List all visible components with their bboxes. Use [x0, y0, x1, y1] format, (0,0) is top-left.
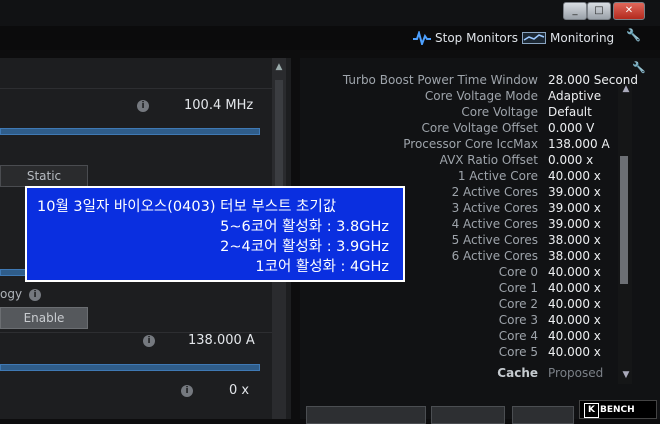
- info-icon[interactable]: i: [143, 335, 155, 347]
- setting-label: Core 2: [498, 297, 538, 311]
- setting-value: 40.000 x: [548, 329, 601, 343]
- iccmax-slider[interactable]: [0, 364, 260, 371]
- setting-label: 6 Active Cores: [451, 249, 538, 263]
- setting-row: Core 4 40.000 x: [300, 329, 660, 345]
- setting-value: 38.000 x: [548, 249, 601, 263]
- setting-label: 5 Active Cores: [451, 233, 538, 247]
- title-bar: _ □ ✕: [0, 0, 660, 26]
- annotation-line-4: 1코어 활성화 : 4GHz: [255, 259, 389, 275]
- setting-value: Adaptive: [548, 89, 602, 103]
- apply-button[interactable]: [306, 406, 426, 424]
- setting-label: Turbo Boost Power Time Window: [342, 73, 538, 87]
- setting-label: Core 4: [498, 329, 538, 343]
- scroll-down-icon[interactable]: ▼: [619, 370, 633, 380]
- cache-row: Cache Proposed: [300, 366, 660, 382]
- setting-value: 40.000 x: [548, 169, 601, 183]
- save-button[interactable]: [512, 406, 574, 424]
- setting-label: Processor Core IccMax: [403, 137, 538, 151]
- setting-label: 1 Active Core: [457, 169, 538, 183]
- avx-offset-value: 0 x: [229, 383, 250, 398]
- monitor-graph-icon: [522, 32, 546, 44]
- logo-text: BENCH: [600, 405, 635, 415]
- setting-label: AVX Ratio Offset: [439, 153, 538, 167]
- setting-value: 40.000 x: [548, 265, 601, 279]
- logo-mark: K: [584, 403, 599, 418]
- monitoring-button[interactable]: Monitoring: [522, 31, 614, 45]
- setting-label: Core Voltage Offset: [421, 121, 538, 135]
- maximize-button[interactable]: □: [587, 2, 611, 20]
- annotation-line-3: 2~4코어 활성화 : 3.9GHz: [220, 239, 389, 255]
- static-mode-button[interactable]: Static: [0, 165, 88, 187]
- right-scrollbar[interactable]: [618, 84, 632, 384]
- setting-label: 4 Active Cores: [451, 217, 538, 231]
- setting-row: Core Voltage Offset 0.000 V: [300, 121, 660, 137]
- kbench-logo: K BENCH: [579, 400, 657, 419]
- info-icon[interactable]: i: [29, 289, 41, 301]
- stop-monitors-button[interactable]: Stop Monitors: [413, 31, 518, 45]
- annotation-box: 10월 3일자 바이오스(0403) 터보 부스트 초기값 5~6코어 활성화 …: [25, 186, 405, 282]
- setting-label: 3 Active Cores: [451, 201, 538, 215]
- info-icon[interactable]: i: [137, 100, 149, 112]
- info-icon[interactable]: i: [181, 385, 193, 397]
- monitoring-label: Monitoring: [550, 31, 615, 45]
- minimize-button[interactable]: _: [563, 2, 587, 20]
- cache-value: Proposed: [548, 366, 604, 380]
- annotation-line-1: 10월 3일자 바이오스(0403) 터보 부스트 초기값: [37, 199, 337, 215]
- setting-value: 40.000 x: [548, 297, 601, 311]
- scroll-thumb[interactable]: [620, 156, 628, 284]
- setting-value: 138.000 A: [548, 137, 610, 151]
- setting-value: 40.000 x: [548, 313, 601, 327]
- setting-label: Core Voltage: [461, 105, 538, 119]
- setting-value: 38.000 x: [548, 233, 601, 247]
- setting-label: 2 Active Cores: [451, 185, 538, 199]
- setting-row: Core Voltage Mode Adaptive: [300, 89, 660, 105]
- setting-row: Core Voltage Default: [300, 105, 660, 121]
- feature-label: ogy: [0, 287, 23, 301]
- setting-value: Default: [548, 105, 592, 119]
- ratio-slider[interactable]: [0, 269, 27, 276]
- setting-value: 39.000 x: [548, 201, 601, 215]
- settings-wrench-icon[interactable]: 🔧: [626, 28, 648, 46]
- enable-toggle-button[interactable]: Enable: [0, 307, 88, 329]
- setting-label: Core 3: [498, 313, 538, 327]
- pulse-icon: [413, 31, 431, 45]
- setting-value: 40.000 x: [548, 345, 601, 359]
- setting-value: 39.000 x: [548, 185, 601, 199]
- setting-value: 39.000 x: [548, 217, 601, 231]
- setting-row: Core 1 40.000 x: [300, 281, 660, 297]
- annotation-line-2: 5~6코어 활성화 : 3.8GHz: [220, 219, 389, 235]
- reference-clock-slider[interactable]: [0, 128, 260, 135]
- setting-row: Turbo Boost Power Time Window 28.000 Seco…: [300, 73, 660, 89]
- iccmax-value: 138.000 A: [188, 333, 255, 348]
- stop-monitors-label: Stop Monitors: [435, 31, 518, 45]
- reference-clock-value: 100.4 MHz: [184, 98, 254, 113]
- close-button[interactable]: ✕: [613, 2, 645, 20]
- setting-value: 0.000 x: [548, 153, 594, 167]
- setting-row: Core 3 40.000 x: [300, 313, 660, 329]
- setting-label: Core 5: [498, 345, 538, 359]
- setting-row: AVX Ratio Offset 0.000 x: [300, 153, 660, 169]
- setting-label: Core 0: [498, 265, 538, 279]
- setting-row: 1 Active Core 40.000 x: [300, 169, 660, 185]
- discard-button[interactable]: [431, 406, 505, 424]
- cache-label: Cache: [497, 366, 538, 380]
- setting-row: Core 2 40.000 x: [300, 297, 660, 313]
- scroll-up-icon[interactable]: ▲: [272, 62, 286, 72]
- setting-value: 40.000 x: [548, 281, 601, 295]
- setting-row: Processor Core IccMax 138.000 A: [300, 137, 660, 153]
- scroll-up-icon[interactable]: ▲: [619, 84, 633, 94]
- setting-label: Core 1: [498, 281, 538, 295]
- setting-label: Core Voltage Mode: [424, 89, 538, 103]
- setting-row: Core 5 40.000 x: [300, 345, 660, 361]
- setting-value: 0.000 V: [548, 121, 595, 135]
- row-divider: [0, 88, 272, 89]
